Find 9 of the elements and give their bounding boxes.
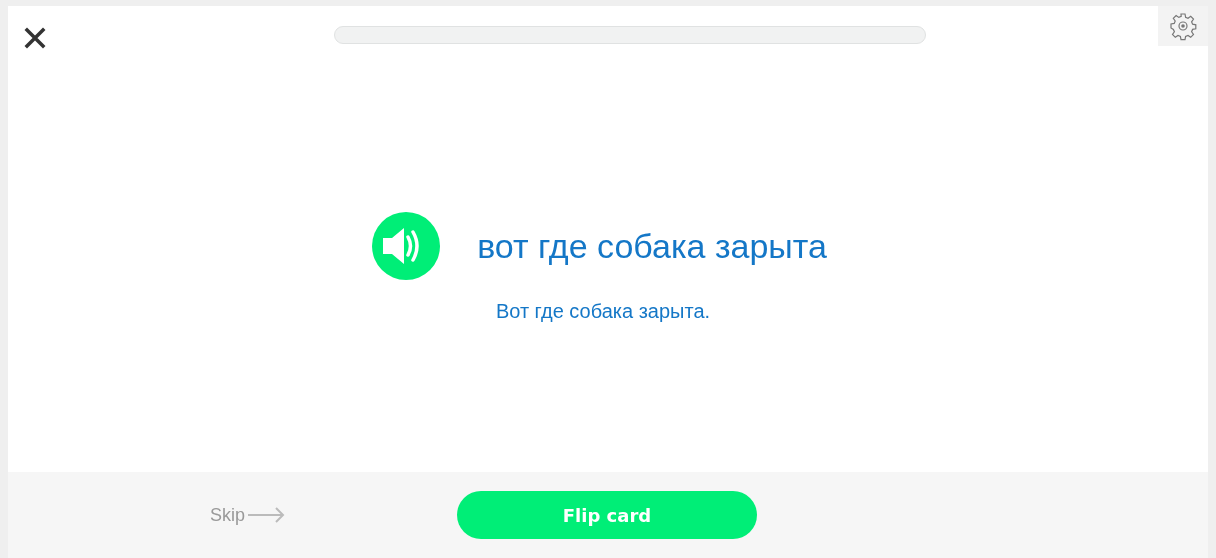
flip-card-button[interactable]: Flip card — [457, 491, 757, 539]
definition-text: Вот где собака зарыта. — [495, 300, 711, 323]
skip-button[interactable]: Skip — [210, 504, 285, 526]
term-text: вот где собака зарыта — [477, 226, 827, 266]
close-button[interactable] — [23, 26, 47, 50]
settings-button[interactable] — [1158, 6, 1208, 46]
settings-icon — [1168, 11, 1198, 41]
close-icon — [23, 26, 47, 50]
arrow-icon — [247, 505, 285, 525]
